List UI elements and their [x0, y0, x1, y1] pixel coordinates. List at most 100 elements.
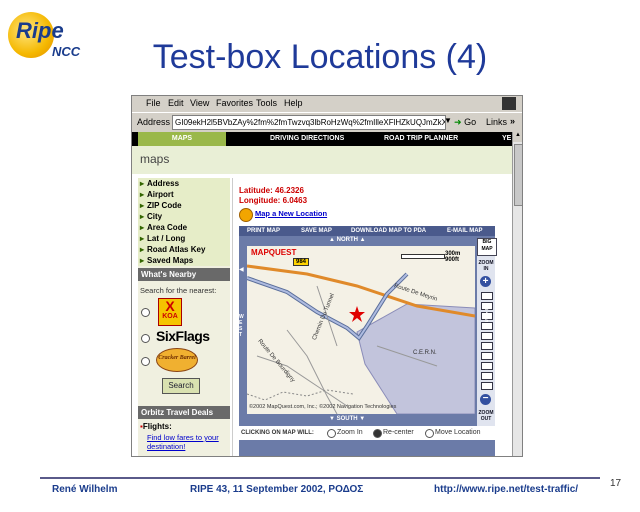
download-map-pda-button[interactable]: DOWNLOAD MAP TO PDA — [351, 228, 426, 234]
nav-item-saved-maps[interactable]: ▸ Saved Maps — [138, 255, 230, 266]
bullet-icon: ▸ — [140, 234, 145, 243]
menu-tools[interactable]: Tools — [256, 98, 277, 108]
option-re-center-label: Re-center — [383, 429, 414, 436]
zoom-out-icon[interactable]: − — [480, 394, 491, 405]
page-number: 17 — [610, 478, 622, 489]
nav-item-address[interactable]: ▸ Address — [138, 178, 230, 189]
pan-north-button[interactable]: ▲ NORTH ▲ — [329, 237, 366, 243]
scroll-up-arrow-icon[interactable]: ▲ — [513, 132, 522, 142]
arrow-down-icon: ▼ — [359, 416, 366, 422]
vertical-scrollbar[interactable]: ▲ — [512, 132, 522, 456]
area-label-cern: C.E.R.N. — [413, 350, 437, 356]
tab-yellow-pages[interactable]: YE — [502, 135, 511, 142]
zoom-level-step[interactable] — [481, 362, 493, 370]
radio-re-center[interactable] — [373, 429, 382, 438]
menu-view[interactable]: View — [190, 98, 209, 108]
print-map-button[interactable]: PRINT MAP — [247, 228, 280, 234]
section-title: maps — [140, 152, 170, 166]
map-panel: Latitude: 46.2326 Longitude: 6.0463 Map … — [232, 178, 505, 456]
nav-item-road-atlas-key[interactable]: ▸ Road Atlas Key — [138, 244, 230, 255]
pan-west-button[interactable]: WEST — [239, 314, 245, 338]
map-toolbar: PRINT MAP SAVE MAP DOWNLOAD MAP TO PDA E… — [239, 226, 495, 236]
longitude-label: Longitude: — [239, 196, 281, 205]
scale-bar — [401, 254, 445, 259]
go-button[interactable]: ➜ Go — [454, 117, 476, 128]
map-image[interactable]: MAPQUEST 984 300m 900ft Route De Meyrin C… — [247, 246, 475, 414]
menu-bar: File Edit View Favorites Tools Help — [132, 96, 522, 112]
globe-icon — [239, 208, 253, 222]
coordinates: Latitude: 46.2326 Longitude: 6.0463 — [239, 186, 307, 206]
zoom-column: BIG MAP ZOOM IN + − ZOOM OUT — [477, 238, 497, 428]
zoom-in-icon[interactable]: + — [480, 276, 491, 287]
menu-edit[interactable]: Edit — [168, 98, 184, 108]
menu-favorites[interactable]: Favorites — [216, 98, 253, 108]
route-badge: 984 — [293, 258, 310, 266]
zoom-level-step[interactable] — [481, 372, 493, 380]
go-arrow-icon: ➜ — [454, 117, 462, 127]
mapquest-logo: MAPQUEST — [251, 248, 297, 257]
search-nearest-label: Search for the nearest: — [140, 286, 217, 295]
bullet-icon: ▸ — [140, 223, 145, 232]
pan-south-button[interactable]: ▼ SOUTH ▼ — [329, 416, 365, 422]
nav-label: Airport — [147, 190, 174, 199]
address-label: Address — [137, 117, 171, 127]
site-nav-tabs: MAPS DRIVING DIRECTIONS ROAD TRIP PLANNE… — [132, 132, 512, 146]
nav-item-city[interactable]: ▸ City — [138, 211, 230, 222]
click-label: CLICKING ON MAP WILL: — [241, 430, 314, 436]
web-page: MAPS DRIVING DIRECTIONS ROAD TRIP PLANNE… — [132, 132, 512, 456]
radio-move-location[interactable] — [425, 429, 434, 438]
sixflags-logo: SixFlags — [156, 328, 210, 344]
bullet-icon: ▸ — [140, 190, 145, 199]
zoom-level-step[interactable] — [481, 342, 493, 350]
nav-label: Saved Maps — [147, 256, 194, 265]
option-zoom-in-label: Zoom In — [337, 429, 363, 436]
zoom-level-step[interactable] — [481, 382, 493, 390]
zoom-level-step[interactable] — [481, 352, 493, 360]
cracker-barrel-logo: Cracker Barrel — [156, 348, 198, 372]
flights-link[interactable]: Find low fares to your destination! — [147, 433, 229, 451]
dropdown-arrow-icon[interactable]: ▼ — [444, 116, 452, 125]
big-map-button[interactable]: BIG MAP — [477, 238, 497, 256]
radio-zoom-in[interactable] — [327, 429, 336, 438]
footer-author: René Wilhelm — [52, 484, 118, 495]
pan-east-button[interactable]: EAST — [485, 306, 491, 330]
radio-koa[interactable] — [141, 308, 150, 317]
zoom-level-step[interactable] — [481, 292, 493, 300]
option-move-location-label: Move Location — [435, 429, 481, 436]
nav-item-lat-long[interactable]: ▸ Lat / Long — [138, 233, 230, 244]
arrow-up-icon: ▲ — [359, 237, 366, 243]
nav-item-zip-code[interactable]: ▸ ZIP Code — [138, 200, 230, 211]
radio-sixflags[interactable] — [141, 334, 150, 343]
browser-window: File Edit View Favorites Tools Help Addr… — [131, 95, 523, 457]
nav-item-area-code[interactable]: ▸ Area Code — [138, 222, 230, 233]
footer-url[interactable]: http://www.ripe.net/test-traffic/ — [434, 484, 578, 495]
arrow-down-icon: ▼ — [329, 416, 335, 422]
bullet-icon: ▸ — [140, 179, 145, 188]
menu-file[interactable]: File — [146, 98, 161, 108]
bullet-icon: ▸ — [140, 201, 145, 210]
click-options-bar: CLICKING ON MAP WILL: Zoom In Re-center … — [239, 426, 495, 440]
flights-label: ▪Flights: — [140, 422, 172, 431]
latitude-value: 46.2326 — [275, 186, 304, 195]
zoom-in-label: ZOOM IN — [478, 260, 494, 272]
nav-item-airport[interactable]: ▸ Airport — [138, 189, 230, 200]
tab-maps[interactable]: MAPS — [138, 132, 226, 146]
tab-driving-directions[interactable]: DRIVING DIRECTIONS — [270, 135, 344, 142]
search-button[interactable]: Search — [162, 378, 200, 394]
windows-logo-icon — [502, 97, 516, 110]
save-map-button[interactable]: SAVE MAP — [301, 228, 332, 234]
nav-label: Area Code — [147, 223, 188, 232]
scrollbar-thumb[interactable] — [514, 144, 522, 206]
address-input[interactable]: GI09ekH2l5BVbZAy%2fm%2fmTwzvq3lbRoHzWq%2… — [172, 115, 446, 130]
latitude-label: Latitude: — [239, 186, 273, 195]
menu-help[interactable]: Help — [284, 98, 303, 108]
chevron-right-icon[interactable]: » — [510, 116, 515, 126]
map-new-location-link[interactable]: Map a New Location — [255, 209, 327, 218]
email-map-button[interactable]: E-MAIL MAP — [447, 228, 483, 234]
radio-cracker-barrel[interactable] — [141, 357, 150, 366]
zoom-level-step[interactable] — [481, 332, 493, 340]
koa-logo: X KOA — [158, 298, 182, 326]
pan-west-arrow-icon[interactable]: ◀ — [239, 266, 244, 273]
tab-road-trip-planner[interactable]: ROAD TRIP PLANNER — [384, 135, 458, 142]
links-button[interactable]: Links — [486, 117, 507, 127]
